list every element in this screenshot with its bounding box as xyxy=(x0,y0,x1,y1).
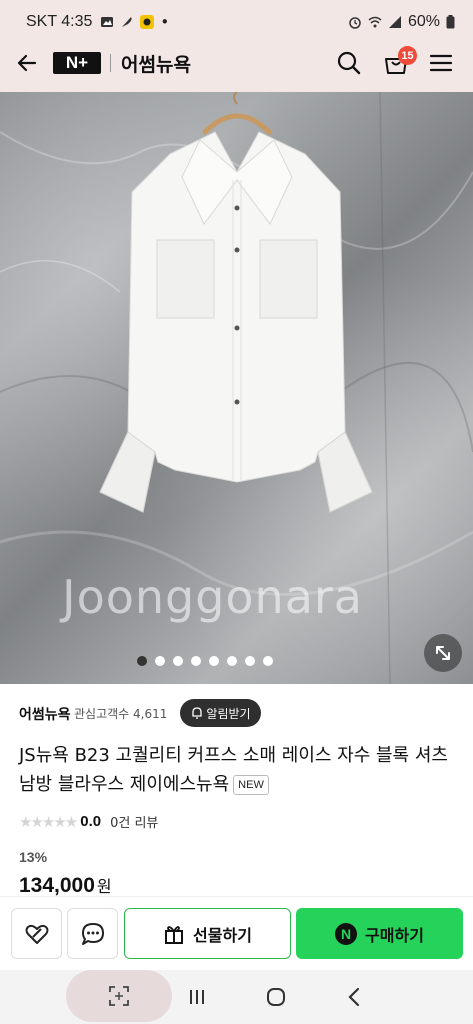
price: 134,000 원 xyxy=(19,873,112,898)
product-image-gallery[interactable]: Joonggonara xyxy=(0,92,473,684)
status-more-dot: • xyxy=(160,13,170,31)
gallery-dot[interactable] xyxy=(226,656,237,666)
buy-button[interactable]: N 구매하기 xyxy=(296,908,463,959)
nav-home-pill[interactable] xyxy=(66,970,172,1022)
purchase-action-bar: 선물하기 N 구매하기 xyxy=(0,896,473,970)
wishlist-button[interactable] xyxy=(11,908,62,959)
naverpay-n-icon: N xyxy=(335,922,358,945)
app-notification-icon xyxy=(140,15,155,29)
seller-name[interactable]: 어썸뉴욕 xyxy=(19,704,71,724)
status-notification-icons: • xyxy=(100,13,169,31)
follower-count: 관심고객수 4,611 xyxy=(74,707,168,721)
review-count[interactable]: 0건 리뷰 xyxy=(110,812,158,831)
gallery-icon xyxy=(101,17,114,27)
recent-apps-button[interactable] xyxy=(182,982,212,1012)
home-button[interactable] xyxy=(261,982,291,1012)
alarm-icon xyxy=(349,17,361,29)
heart-icon xyxy=(25,924,48,944)
feather-icon xyxy=(122,17,132,27)
menu-icon xyxy=(429,54,453,72)
status-system-icons: 60% xyxy=(348,13,455,31)
watermark-text: Joonggonara xyxy=(62,570,363,624)
signal-icon xyxy=(388,16,401,28)
battery-percent: 60% xyxy=(407,13,440,30)
alarm-button-label: 알림받기 xyxy=(206,706,251,721)
currency-label: 원 xyxy=(96,877,112,896)
search-button[interactable] xyxy=(332,46,366,80)
naver-plus-logo[interactable]: N+ xyxy=(53,52,101,74)
status-bar: SKT 4:35 • 60% xyxy=(0,0,473,44)
gallery-dot[interactable] xyxy=(244,656,255,666)
rating-stars-icon: ★★★★★ xyxy=(19,812,78,831)
gallery-dot[interactable] xyxy=(154,656,165,666)
store-title[interactable]: 어썸뉴욕 xyxy=(121,50,191,77)
gift-icon xyxy=(165,925,184,944)
gift-button[interactable]: 선물하기 xyxy=(124,908,291,959)
gallery-dot[interactable] xyxy=(190,656,201,666)
discount-rate: 13% xyxy=(19,849,48,865)
price-value: 134,000 xyxy=(19,874,95,897)
gallery-dot[interactable] xyxy=(208,656,219,666)
search-icon xyxy=(337,51,361,75)
gallery-dot[interactable] xyxy=(262,656,273,666)
back-arrow-icon xyxy=(17,54,37,72)
back-nav-button[interactable] xyxy=(340,982,370,1012)
menu-button[interactable] xyxy=(424,46,458,80)
capture-icon xyxy=(109,986,129,1006)
gallery-dot[interactable] xyxy=(136,656,147,666)
back-chevron-icon xyxy=(348,987,360,1007)
wifi-icon xyxy=(368,16,382,28)
bell-plus-icon xyxy=(192,707,203,719)
expand-icon xyxy=(436,646,450,660)
back-button[interactable] xyxy=(10,46,44,80)
alarm-subscribe-button[interactable]: 알림받기 xyxy=(180,699,261,727)
rating-value: 0.0 xyxy=(80,813,102,830)
gallery-dot[interactable] xyxy=(172,656,183,666)
product-title: JS뉴욕 B23 고퀄리티 커프스 소매 레이스 자수 블록 셔츠 남방 블라우… xyxy=(19,741,449,799)
status-time: SKT 4:35 xyxy=(26,13,93,30)
battery-icon xyxy=(446,15,455,29)
cart-count-badge: 15 xyxy=(398,46,417,65)
home-icon xyxy=(267,988,285,1006)
buy-button-label: 구매하기 xyxy=(365,925,424,945)
chat-button[interactable] xyxy=(67,908,118,959)
chat-bubble-icon xyxy=(81,922,104,945)
recent-apps-icon xyxy=(190,990,204,1004)
system-nav-bar xyxy=(0,970,473,1024)
gift-button-label: 선물하기 xyxy=(193,925,252,945)
header-divider xyxy=(110,54,111,72)
gallery-pagination xyxy=(0,656,473,666)
expand-image-button[interactable] xyxy=(424,634,462,672)
new-badge: NEW xyxy=(233,775,269,795)
rating-row[interactable]: ★★★★★ 0.0 0건 리뷰 xyxy=(19,812,158,832)
